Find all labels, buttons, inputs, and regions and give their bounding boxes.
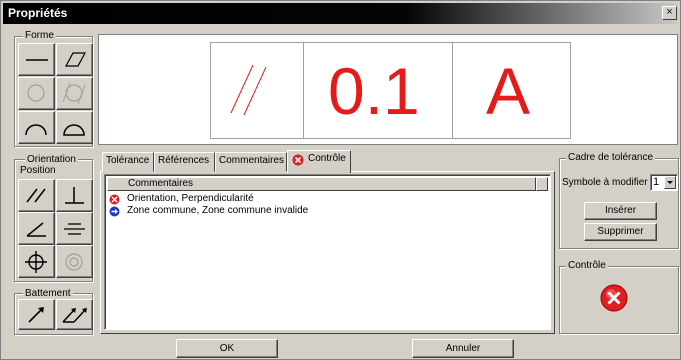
error-icon: [600, 284, 628, 312]
properties-dialog: Propriétés × Forme Orientation Position …: [0, 0, 681, 360]
position-icon: [25, 251, 47, 273]
tolerance-frame-legend: Cadre de tolérance: [566, 152, 656, 163]
control-legend: Contrôle: [566, 260, 608, 271]
angularity-button[interactable]: [18, 212, 55, 245]
list-item-text: Orientation, Perpendicularité: [127, 193, 254, 204]
circularity-icon: [27, 84, 45, 102]
tab-references[interactable]: Références: [154, 152, 215, 172]
window-title: Propriétés: [8, 6, 68, 20]
total-runout-icon: [62, 308, 87, 323]
tab-tolerance[interactable]: Tolérance: [102, 152, 154, 172]
symbol-select[interactable]: 1: [650, 174, 678, 191]
error-icon: [109, 194, 120, 205]
delete-button[interactable]: Supprimer: [584, 223, 657, 241]
perpendicularity-button[interactable]: [56, 179, 93, 212]
total-runout-button[interactable]: [56, 299, 93, 330]
error-icon: [292, 154, 304, 166]
datum-reference: A: [486, 54, 531, 128]
symbol-select-dropdown[interactable]: [664, 176, 676, 189]
symbol-select-value: 1: [653, 176, 660, 188]
close-icon: ×: [666, 6, 673, 18]
straightness-button[interactable]: [18, 43, 55, 76]
profile-surface-icon: [63, 124, 85, 136]
angularity-icon: [26, 222, 46, 237]
cylindricity-icon: [62, 82, 86, 105]
profile-surface-button[interactable]: [56, 111, 93, 144]
straightness-icon: [26, 59, 48, 61]
frame-symbol-cell: [211, 43, 304, 138]
concentricity-button[interactable]: [56, 245, 93, 278]
flatness-button[interactable]: [56, 43, 93, 76]
symmetry-button[interactable]: [56, 212, 93, 245]
parallelism-icon: [26, 188, 46, 203]
tab-control[interactable]: Contrôle: [287, 150, 351, 173]
feature-control-frame: 0.1 A: [210, 42, 571, 139]
cancel-button[interactable]: Annuler: [412, 339, 514, 358]
title-bar[interactable]: Propriétés ×: [3, 3, 678, 24]
perpendicularity-icon: [65, 187, 84, 204]
forme-legend: Forme: [23, 30, 56, 41]
symbol-to-modify-label: Symbole à modifier >: [562, 177, 657, 188]
tab-comments[interactable]: Commentaires: [215, 152, 287, 172]
parallelism-icon: [230, 64, 267, 116]
circularity-button[interactable]: [18, 77, 55, 110]
symmetry-icon: [64, 223, 85, 235]
orientation-legend: Orientation: [25, 154, 78, 165]
profile-line-icon: [25, 124, 47, 136]
battement-legend: Battement: [23, 288, 73, 299]
list-item-text: Zone commune, Zone commune invalide: [127, 205, 309, 216]
circular-runout-button[interactable]: [18, 299, 55, 330]
frame-reference-cell: A: [453, 43, 570, 138]
position-legend: Position: [18, 165, 58, 176]
tolerance-value: 0.1: [328, 54, 420, 128]
insert-button[interactable]: Insérer: [584, 202, 657, 220]
cylindricity-button[interactable]: [56, 77, 93, 110]
list-header-filler: [536, 177, 548, 191]
list-header-comments[interactable]: Commentaires: [107, 177, 536, 191]
tolerance-preview: 0.1 A: [98, 34, 678, 145]
ok-button[interactable]: OK: [176, 339, 278, 358]
parallelism-button[interactable]: [18, 179, 55, 212]
concentricity-icon: [65, 253, 83, 271]
circular-runout-icon: [28, 307, 44, 323]
frame-value-cell: 0.1: [304, 43, 453, 138]
comments-list[interactable]: Commentaires Orientation, Perpendiculari…: [104, 174, 551, 330]
info-arrow-icon: [109, 206, 120, 217]
chevron-down-icon: [667, 181, 673, 184]
profile-line-button[interactable]: [18, 111, 55, 144]
flatness-icon: [64, 52, 87, 67]
close-button[interactable]: ×: [662, 6, 677, 20]
position-button[interactable]: [18, 245, 55, 278]
